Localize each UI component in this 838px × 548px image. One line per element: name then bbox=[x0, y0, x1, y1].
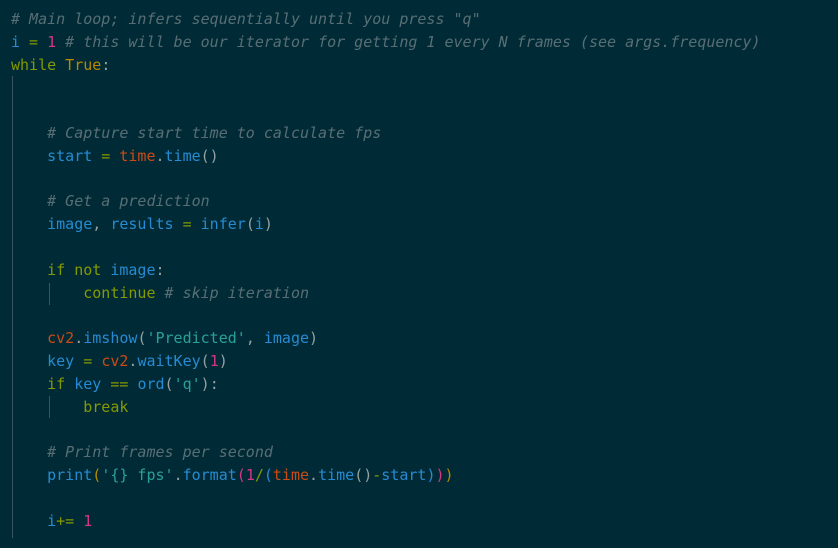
token-punct: ) bbox=[435, 465, 445, 484]
token-keyword: while bbox=[11, 55, 57, 74]
token-punct: . bbox=[155, 146, 165, 165]
token-punct: ( bbox=[200, 351, 210, 370]
token-punct: ) bbox=[263, 215, 273, 234]
token-num: 1 bbox=[47, 32, 57, 51]
code-line-7: start = time.time() bbox=[11, 145, 761, 168]
code-line-9: # Get a prediction bbox=[11, 190, 761, 213]
token-var: i bbox=[47, 511, 57, 530]
token-var: image bbox=[101, 260, 156, 279]
token-func: ord bbox=[137, 374, 165, 393]
token-func: imshow bbox=[83, 329, 138, 348]
token-punct: . bbox=[309, 465, 319, 484]
code-line-13: continue # skip iteration bbox=[11, 282, 761, 305]
token-func: time bbox=[318, 465, 355, 484]
token-num: 1 bbox=[245, 465, 255, 484]
token-punct: , bbox=[92, 215, 111, 234]
code-editor[interactable]: # Main loop; infers sequentially until y… bbox=[0, 0, 838, 548]
code-line-20: # Print frames per second bbox=[11, 441, 761, 464]
token-var: image bbox=[47, 215, 93, 234]
token-var: image bbox=[263, 329, 310, 348]
token-punct: ( bbox=[245, 215, 255, 234]
token-punct: ) bbox=[218, 351, 228, 370]
token-string: 'Predicted' bbox=[146, 329, 246, 348]
comment: # Get a prediction bbox=[47, 192, 210, 211]
code-line-2: i = 1 # this will be our iterator for ge… bbox=[11, 31, 761, 54]
token-keyword: not bbox=[65, 260, 102, 279]
code-line-18: break bbox=[11, 396, 761, 419]
token-punct: ) bbox=[309, 329, 319, 348]
token-punct: : bbox=[101, 55, 111, 74]
token-punct: . bbox=[173, 465, 183, 484]
token-op: += bbox=[56, 511, 84, 530]
code-line-12: if not image: bbox=[11, 259, 761, 282]
token-func: infer bbox=[200, 215, 246, 234]
code-line-1: # Main loop; infers sequentially until y… bbox=[11, 8, 761, 31]
code-line-23: i+= 1 bbox=[11, 510, 761, 533]
comment: # Main loop; infers sequentially until y… bbox=[11, 10, 481, 28]
token-keyword: continue bbox=[83, 283, 156, 302]
token-op: = bbox=[173, 215, 201, 234]
token-module: time bbox=[272, 465, 310, 484]
token-op: == bbox=[101, 374, 138, 393]
code-line-21: print('{} fps'.format(1/(time.time()-sta… bbox=[11, 464, 761, 487]
token-var: start bbox=[47, 146, 93, 165]
token-const: True bbox=[56, 55, 102, 74]
token-string: 'q' bbox=[173, 374, 201, 393]
token-op: - bbox=[372, 465, 382, 484]
code-line-16: key = cv2.waitKey(1) bbox=[11, 350, 761, 373]
token-op: = bbox=[20, 32, 48, 51]
token-var: results bbox=[110, 215, 174, 234]
token-var: key bbox=[65, 374, 102, 393]
token-func: print bbox=[47, 465, 93, 484]
token-module: time bbox=[119, 146, 156, 165]
comment: # skip iteration bbox=[155, 283, 310, 302]
token-punct: ( bbox=[92, 465, 102, 484]
token-punct: , bbox=[245, 329, 264, 348]
code-line-10: image, results = infer(i) bbox=[11, 213, 761, 236]
token-keyword: if bbox=[47, 260, 66, 279]
token-punct: : bbox=[209, 374, 219, 393]
comment: # Print frames per second bbox=[47, 443, 273, 462]
comment: # Capture start time to calculate fps bbox=[47, 123, 382, 142]
token-var: i bbox=[11, 32, 21, 51]
token-module: cv2 bbox=[47, 329, 75, 348]
token-num: 1 bbox=[209, 351, 219, 370]
token-punct: () bbox=[354, 465, 373, 484]
token-string: '{} fps' bbox=[101, 465, 174, 484]
token-punct: () bbox=[200, 146, 219, 165]
token-punct: ( bbox=[164, 374, 174, 393]
code-line-15: cv2.imshow('Predicted', image) bbox=[11, 327, 761, 350]
token-punct: ) bbox=[444, 465, 454, 484]
comment: # this will be our iterator for getting … bbox=[56, 32, 761, 51]
token-keyword: break bbox=[83, 397, 129, 416]
token-var: key bbox=[47, 351, 75, 370]
token-var: start bbox=[381, 465, 427, 484]
code-content: # Main loop; infers sequentially until y… bbox=[11, 8, 761, 532]
token-op: / bbox=[254, 465, 264, 484]
token-op: = bbox=[74, 351, 102, 370]
token-punct: . bbox=[74, 329, 84, 348]
token-module: cv2 bbox=[101, 351, 129, 370]
token-var: i bbox=[254, 215, 264, 234]
code-line-3: while True: bbox=[11, 54, 761, 77]
token-keyword: if bbox=[47, 374, 66, 393]
token-punct: ) bbox=[200, 374, 210, 393]
token-punct: : bbox=[155, 260, 165, 279]
token-func: time bbox=[164, 146, 201, 165]
token-op: = bbox=[92, 146, 120, 165]
token-num: 1 bbox=[83, 511, 93, 530]
code-line-17: if key == ord('q'): bbox=[11, 373, 761, 396]
token-func: waitKey bbox=[137, 351, 201, 370]
code-line-6: # Capture start time to calculate fps bbox=[11, 122, 761, 145]
token-punct: ( bbox=[263, 465, 273, 484]
token-punct: ( bbox=[236, 465, 246, 484]
token-func: format bbox=[182, 465, 237, 484]
